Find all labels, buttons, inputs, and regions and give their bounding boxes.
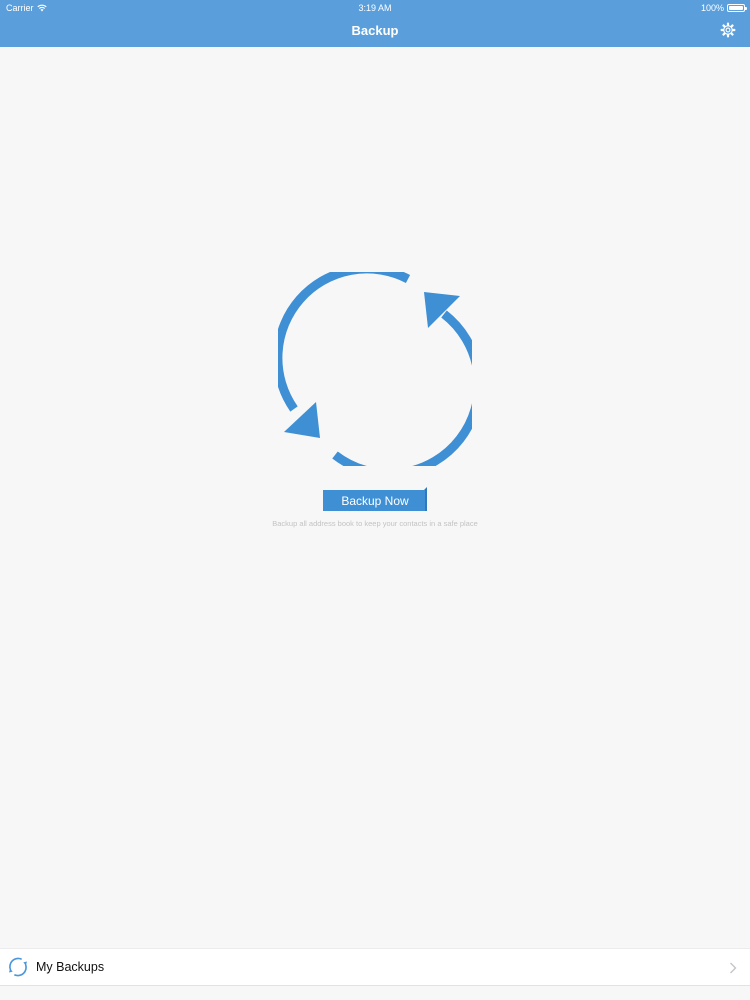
gear-icon: [720, 22, 735, 37]
settings-button[interactable]: [719, 21, 736, 38]
page-title: Backup: [351, 23, 399, 38]
backup-description: Backup all address book to keep your con…: [272, 519, 478, 528]
battery-group: 100%: [700, 3, 747, 13]
app: Carrier 3:19 AM 100% Backup Backup Now B…: [0, 0, 750, 1000]
status-bar: Carrier 3:19 AM 100%: [0, 0, 750, 16]
sync-arrows-icon: [278, 272, 472, 466]
my-backups-label: My Backups: [36, 960, 105, 974]
backup-now-button[interactable]: Backup Now: [323, 487, 427, 511]
chevron-right-icon: [730, 962, 737, 974]
battery-icon: [727, 4, 747, 12]
battery-percent: 100%: [700, 3, 724, 13]
header: Carrier 3:19 AM 100% Backup: [0, 0, 750, 47]
my-backups-row[interactable]: My Backups: [0, 948, 750, 986]
sync-icon: [9, 957, 27, 977]
status-time: 3:19 AM: [358, 3, 392, 13]
